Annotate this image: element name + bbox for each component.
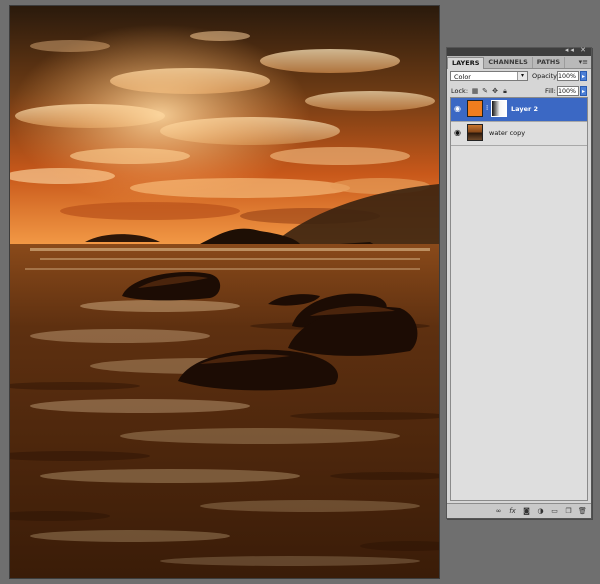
new-layer-icon[interactable]: ❐ (564, 506, 573, 516)
layers-panel: ◂◂ ✕ LAYERS CHANNELS PATHS ▾≡ Color ▾ Op… (446, 46, 592, 519)
layer-name: Layer 2 (511, 105, 538, 113)
layer-row-water-copy[interactable]: ◉ water copy (451, 122, 587, 146)
lock-image-pixels-icon[interactable]: ✎ (481, 87, 489, 95)
layers-bottom-toolbar: ∞ fx ◙ ◑ ▭ ❐ 🗑︎ (447, 503, 591, 518)
lock-all-icon[interactable]: 🔒︎ (501, 87, 509, 95)
layer-thumbnail (467, 124, 483, 141)
layer-row-layer-2[interactable]: ◉ ⁞ Layer 2 (451, 98, 587, 122)
panel-collapse-close-icon[interactable]: ◂◂ ✕ (565, 46, 588, 54)
layer-thumbnail (467, 100, 483, 117)
layer-mask-thumbnail[interactable] (491, 100, 507, 117)
tab-channels[interactable]: CHANNELS (484, 57, 533, 68)
opacity-label: Opacity: (532, 72, 559, 80)
lock-position-icon[interactable]: ✥ (491, 87, 499, 95)
eye-visibility-icon[interactable]: ◉ (454, 104, 463, 113)
panel-menu-icon[interactable]: ▾≡ (579, 58, 588, 66)
opacity-slider-arrow-icon[interactable]: ▸ (580, 71, 587, 81)
fill-label: Fill: (545, 87, 556, 95)
panel-titlebar[interactable]: ◂◂ ✕ (447, 46, 591, 56)
add-mask-icon[interactable]: ◙ (522, 506, 531, 516)
panel-tabbar: LAYERS CHANNELS PATHS ▾≡ (447, 56, 591, 69)
tab-paths[interactable]: PATHS (533, 57, 566, 68)
lock-row: Lock: ▦ ✎ ✥ 🔒︎ Fill: 100% ▸ (447, 84, 591, 98)
lock-label: Lock: (451, 87, 469, 95)
link-layers-icon[interactable]: ∞ (494, 506, 503, 516)
chain-link-icon[interactable]: ⁞ (486, 104, 488, 112)
eye-visibility-icon[interactable]: ◉ (454, 128, 463, 137)
blend-mode-value: Color (454, 73, 471, 81)
fill-slider-arrow-icon[interactable]: ▸ (580, 86, 587, 96)
blend-mode-select[interactable]: Color ▾ (450, 71, 528, 81)
lock-transparent-pixels-icon[interactable]: ▦ (471, 87, 479, 95)
fill-field[interactable]: 100% (557, 86, 579, 96)
adjustment-layer-icon[interactable]: ◑ (536, 506, 545, 516)
document-canvas[interactable] (10, 6, 439, 578)
layer-name: water copy (489, 129, 526, 137)
opacity-field[interactable]: 100% (557, 71, 579, 81)
sunset-sea-photo (10, 6, 439, 578)
group-icon[interactable]: ▭ (550, 506, 559, 516)
chevron-down-icon: ▾ (517, 72, 527, 80)
layers-list: ◉ ⁞ Layer 2 ◉ water copy (450, 97, 588, 501)
tab-layers[interactable]: LAYERS (447, 57, 485, 69)
trash-icon[interactable]: 🗑︎ (578, 506, 587, 516)
blend-row: Color ▾ Opacity: 100% ▸ (447, 69, 591, 83)
fx-icon[interactable]: fx (508, 506, 517, 516)
